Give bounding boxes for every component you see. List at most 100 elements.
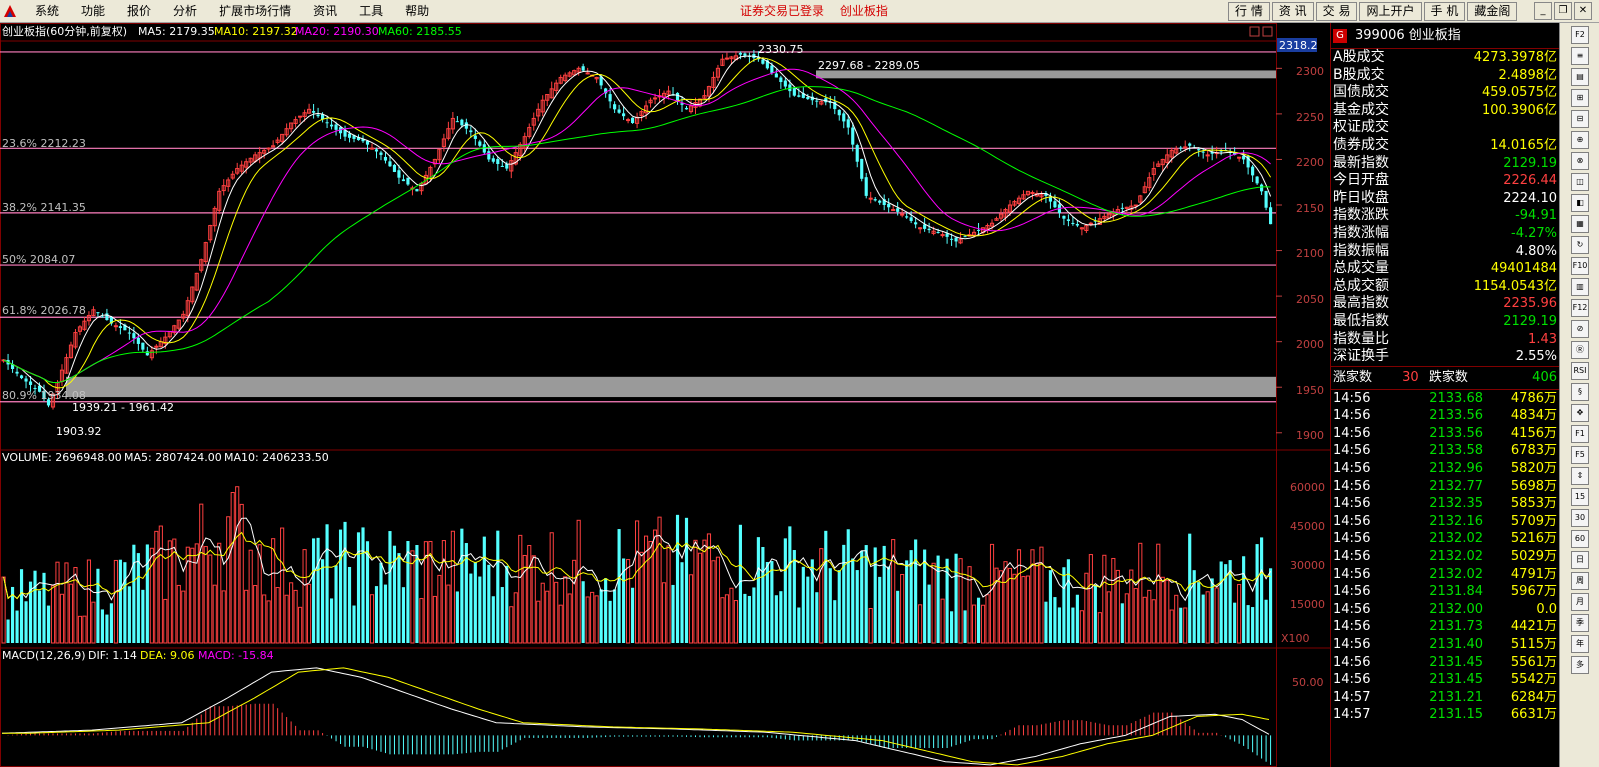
chart-area[interactable]: 创业板指(60分钟,前复权) MA5: 2179.35 MA10: 2197.3…	[0, 23, 1330, 767]
quick-button-0[interactable]: 行 情	[1228, 2, 1270, 21]
tick-row[interactable]: 14:57 2131.15 6631万	[1331, 706, 1559, 724]
toolbar-icon-14[interactable]: ⊘	[1571, 320, 1589, 338]
volume-bar-down	[878, 576, 882, 643]
tick-row[interactable]: 14:56 2132.02 5216万	[1331, 530, 1559, 548]
toolbar-icon-30[interactable]: 多	[1571, 656, 1589, 674]
toolbar-icon-1[interactable]: ≡	[1571, 47, 1589, 65]
tick-row[interactable]: 14:56 2132.16 5709万	[1331, 513, 1559, 531]
chart-close-icon[interactable]	[1262, 26, 1273, 37]
volume-bar-down	[15, 610, 19, 643]
tick-row[interactable]: 14:56 2133.68 4786万	[1331, 390, 1559, 408]
toolbar-icon-7[interactable]: ◫	[1571, 173, 1589, 191]
toolbar-icon-18[interactable]: ✥	[1571, 404, 1589, 422]
toolbar-icon-10[interactable]: ↻	[1571, 236, 1589, 254]
minimize-icon[interactable]: _	[1534, 2, 1552, 20]
toolbar-icon-15[interactable]: Ⓡ	[1571, 341, 1589, 359]
toolbar-icon-27[interactable]: 月	[1571, 593, 1589, 611]
menu-item-4[interactable]: 扩展市场行情	[208, 0, 302, 22]
toolbar-icon-25[interactable]: 日	[1571, 551, 1589, 569]
quote-row-value: 1.43	[1528, 331, 1557, 347]
quick-button-3[interactable]: 网上开户	[1359, 2, 1422, 21]
tick-time: 14:56	[1333, 425, 1371, 441]
toolbar-icon-8[interactable]: ◧	[1571, 194, 1589, 212]
tick-row[interactable]: 14:56 2132.02 4791万	[1331, 566, 1559, 584]
toolbar-icon-3[interactable]: ⊞	[1571, 89, 1589, 107]
quote-row-value: 459.0575亿	[1481, 85, 1557, 101]
toolbar-icon-28[interactable]: 季	[1571, 614, 1589, 632]
candle-body-down	[312, 111, 316, 113]
tick-row[interactable]: 14:56 2131.73 4421万	[1331, 618, 1559, 636]
tick-row[interactable]: 14:57 2131.21 6284万	[1331, 689, 1559, 707]
toolbar-icon-21[interactable]: ⇕	[1571, 467, 1589, 485]
vol-tick-60000: 60000	[1290, 481, 1325, 494]
candle-body-down	[415, 188, 419, 192]
toolbar-icon-9[interactable]: ▦	[1571, 215, 1589, 233]
toolbar-icon-29[interactable]: 年	[1571, 635, 1589, 653]
k-line-chart[interactable]: 创业板指(60分钟,前复权) MA5: 2179.35 MA10: 2197.3…	[0, 23, 1330, 767]
toolbar-icon-6[interactable]: ⊗	[1571, 152, 1589, 170]
toolbar-icon-16[interactable]: RSI	[1571, 362, 1589, 380]
volume-title: VOLUME: 2696948.00	[2, 451, 122, 464]
volume-bar-down	[383, 584, 388, 643]
toolbar-icon-13[interactable]: F12	[1571, 299, 1589, 317]
menu-item-6[interactable]: 工具	[348, 0, 394, 22]
tick-row[interactable]: 14:56 2131.40 5115万	[1331, 636, 1559, 654]
quick-button-1[interactable]: 资 讯	[1271, 2, 1314, 21]
tick-row[interactable]: 14:56 2132.00 0.0	[1331, 601, 1559, 619]
toolbar-icon-5[interactable]: ⊕	[1571, 131, 1589, 149]
toolbar-icon-0[interactable]: F2	[1571, 26, 1589, 44]
tick-row[interactable]: 14:56 2132.02 5029万	[1331, 548, 1559, 566]
volume-bar-down	[976, 597, 981, 643]
tick-row[interactable]: 14:56 2133.56 4156万	[1331, 425, 1559, 443]
quick-button-4[interactable]: 手 机	[1423, 2, 1466, 21]
quote-row-label: 最高指数	[1333, 295, 1389, 312]
toolbar-icon-26[interactable]: 周	[1571, 572, 1589, 590]
menu-item-0[interactable]: 系统	[24, 0, 70, 22]
tick-row[interactable]: 14:56 2132.35 5853万	[1331, 495, 1559, 513]
volume-bar-down	[6, 619, 10, 643]
tick-row[interactable]: 14:56 2131.45 5542万	[1331, 671, 1559, 689]
tick-row[interactable]: 14:56 2132.96 5820万	[1331, 460, 1559, 478]
toolbar-icon-12[interactable]: ▥	[1571, 278, 1589, 296]
tick-row[interactable]: 14:56 2131.45 5561万	[1331, 654, 1559, 672]
candle-body-down	[842, 113, 846, 122]
candle-body-down	[24, 378, 28, 382]
quick-button-2[interactable]: 交 易	[1315, 2, 1358, 21]
restore-icon[interactable]: ❐	[1554, 2, 1572, 20]
tick-price: 2133.68	[1429, 390, 1483, 406]
menu-item-5[interactable]: 资讯	[302, 0, 348, 22]
toolbar-icon-17[interactable]: §	[1571, 383, 1589, 401]
quick-button-5[interactable]: 藏金阁	[1467, 2, 1518, 21]
volume-bar-up	[212, 584, 217, 644]
toolbar-icon-11[interactable]: F10	[1571, 257, 1589, 275]
toolbar-icon-23[interactable]: 30	[1571, 509, 1589, 527]
tick-row[interactable]: 14:56 2133.56 4834万	[1331, 407, 1559, 425]
toolbar-icon-20[interactable]: F5	[1571, 446, 1589, 464]
tick-row[interactable]: 14:56 2133.58 6783万	[1331, 442, 1559, 460]
candle-body-down	[460, 119, 464, 126]
close-icon[interactable]: ✕	[1574, 2, 1592, 20]
toolbar-icon-24[interactable]: 60	[1571, 530, 1589, 548]
candle-body-up	[626, 119, 631, 122]
volume-bar-up	[1079, 610, 1084, 644]
toolbar-icon-22[interactable]: 15	[1571, 488, 1589, 506]
volume-bar-down	[738, 524, 742, 643]
menu-item-1[interactable]: 功能	[70, 0, 116, 22]
candle-body-down	[406, 177, 410, 185]
menu-item-3[interactable]: 分析	[162, 0, 208, 22]
chart-option-icon[interactable]	[1249, 26, 1260, 37]
tick-row[interactable]: 14:56 2131.84 5967万	[1331, 583, 1559, 601]
menu-item-7[interactable]: 帮助	[394, 0, 440, 22]
fib-label-50: 50% 2084.07	[2, 253, 75, 266]
candle-body-down	[127, 332, 131, 334]
quote-row: 总成交额 1154.0543亿	[1331, 278, 1559, 296]
volume-bar-up	[172, 538, 177, 644]
tick-time: 14:56	[1333, 549, 1371, 565]
tick-volume: 4834万	[1510, 408, 1557, 424]
menu-item-2[interactable]: 报价	[116, 0, 162, 22]
tick-row[interactable]: 14:56 2132.77 5698万	[1331, 478, 1559, 496]
toolbar-icon-2[interactable]: ▤	[1571, 68, 1589, 86]
tick-list[interactable]: 14:56 2133.68 4786万 14:56 2133.56 4834万 14:56 2…	[1331, 390, 1559, 724]
toolbar-icon-4[interactable]: ⊟	[1571, 110, 1589, 128]
toolbar-icon-19[interactable]: F1	[1571, 425, 1589, 443]
